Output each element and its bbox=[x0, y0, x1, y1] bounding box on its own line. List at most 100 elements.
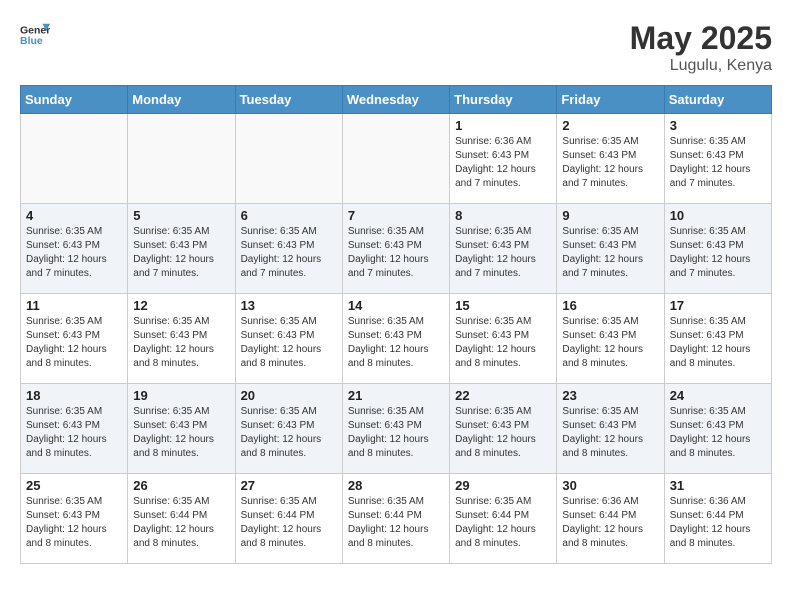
week-row-1: 1Sunrise: 6:36 AM Sunset: 6:43 PM Daylig… bbox=[21, 114, 772, 204]
calendar-cell: 13Sunrise: 6:35 AM Sunset: 6:43 PM Dayli… bbox=[235, 294, 342, 384]
calendar-cell bbox=[21, 114, 128, 204]
calendar-cell: 15Sunrise: 6:35 AM Sunset: 6:43 PM Dayli… bbox=[450, 294, 557, 384]
day-number: 11 bbox=[26, 298, 122, 313]
col-header-tuesday: Tuesday bbox=[235, 86, 342, 114]
cell-info: Sunrise: 6:35 AM Sunset: 6:43 PM Dayligh… bbox=[562, 405, 658, 461]
col-header-thursday: Thursday bbox=[450, 86, 557, 114]
calendar-cell: 19Sunrise: 6:35 AM Sunset: 6:43 PM Dayli… bbox=[128, 384, 235, 474]
calendar-cell: 1Sunrise: 6:36 AM Sunset: 6:43 PM Daylig… bbox=[450, 114, 557, 204]
cell-info: Sunrise: 6:35 AM Sunset: 6:43 PM Dayligh… bbox=[26, 405, 122, 461]
day-number: 28 bbox=[348, 478, 444, 493]
calendar-cell: 6 Sunrise: 6:35 AM Sunset: 6:43 PM Daylig… bbox=[235, 204, 342, 294]
cell-info: Sunrise: 6:35 AM Sunset: 6:44 PM Dayligh… bbox=[348, 495, 444, 551]
cell-info: Sunrise: 6:35 AM Sunset: 6:43 PM Dayligh… bbox=[26, 225, 122, 281]
day-number: 10 bbox=[670, 208, 766, 223]
cell-info: Sunrise: 6:35 AM Sunset: 6:43 PM Dayligh… bbox=[26, 315, 122, 371]
cell-info: Sunrise: 6:35 AM Sunset: 6:43 PM Dayligh… bbox=[241, 225, 337, 281]
day-number: 9 bbox=[562, 208, 658, 223]
cell-info: Sunrise: 6:35 AM Sunset: 6:44 PM Dayligh… bbox=[133, 495, 229, 551]
cell-info: Sunrise: 6:35 AM Sunset: 6:44 PM Dayligh… bbox=[455, 495, 551, 551]
calendar-cell bbox=[342, 114, 449, 204]
day-number: 6 bbox=[241, 208, 337, 223]
day-number: 5 bbox=[133, 208, 229, 223]
col-header-saturday: Saturday bbox=[664, 86, 771, 114]
cell-info: Sunrise: 6:35 AM Sunset: 6:43 PM Dayligh… bbox=[455, 315, 551, 371]
page-header: General Blue May 2025 Lugulu, Kenya bbox=[20, 20, 772, 75]
cell-info: Sunrise: 6:35 AM Sunset: 6:43 PM Dayligh… bbox=[670, 315, 766, 371]
day-number: 19 bbox=[133, 388, 229, 403]
calendar-cell: 4Sunrise: 6:35 AM Sunset: 6:43 PM Daylig… bbox=[21, 204, 128, 294]
calendar-cell: 8Sunrise: 6:35 AM Sunset: 6:43 PM Daylig… bbox=[450, 204, 557, 294]
cell-info: Sunrise: 6:35 AM Sunset: 6:43 PM Dayligh… bbox=[348, 225, 444, 281]
header-row: SundayMondayTuesdayWednesdayThursdayFrid… bbox=[21, 86, 772, 114]
col-header-friday: Friday bbox=[557, 86, 664, 114]
day-number: 22 bbox=[455, 388, 551, 403]
calendar-cell: 18 Sunrise: 6:35 AM Sunset: 6:43 PM Dayli… bbox=[21, 384, 128, 474]
calendar-cell: 23 Sunrise: 6:35 AM Sunset: 6:43 PM Dayli… bbox=[557, 384, 664, 474]
col-header-sunday: Sunday bbox=[21, 86, 128, 114]
cell-info: Sunrise: 6:35 AM Sunset: 6:43 PM Dayligh… bbox=[562, 135, 658, 191]
title-block: May 2025 Lugulu, Kenya bbox=[630, 20, 772, 75]
day-number: 29 bbox=[455, 478, 551, 493]
calendar-cell: 30Sunrise: 6:36 AM Sunset: 6:44 PM Dayli… bbox=[557, 474, 664, 564]
day-number: 16 bbox=[562, 298, 658, 313]
calendar-cell: 16 Sunrise: 6:35 AM Sunset: 6:43 PM Dayli… bbox=[557, 294, 664, 384]
calendar-cell: 17 Sunrise: 6:35 AM Sunset: 6:43 PM Dayli… bbox=[664, 294, 771, 384]
cell-info: Sunrise: 6:35 AM Sunset: 6:43 PM Dayligh… bbox=[670, 405, 766, 461]
calendar-cell: 7 Sunrise: 6:35 AM Sunset: 6:43 PM Daylig… bbox=[342, 204, 449, 294]
calendar-cell: 25Sunrise: 6:35 AM Sunset: 6:43 PM Dayli… bbox=[21, 474, 128, 564]
svg-text:Blue: Blue bbox=[20, 35, 43, 47]
calendar-cell: 12 Sunrise: 6:35 AM Sunset: 6:43 PM Dayli… bbox=[128, 294, 235, 384]
cell-info: Sunrise: 6:35 AM Sunset: 6:43 PM Dayligh… bbox=[348, 315, 444, 371]
day-number: 7 bbox=[348, 208, 444, 223]
logo-icon: General Blue bbox=[20, 20, 50, 50]
day-number: 27 bbox=[241, 478, 337, 493]
calendar-cell: 22 Sunrise: 6:35 AM Sunset: 6:43 PM Dayli… bbox=[450, 384, 557, 474]
day-number: 2 bbox=[562, 118, 658, 133]
calendar-cell: 9Sunrise: 6:35 AM Sunset: 6:43 PM Daylig… bbox=[557, 204, 664, 294]
cell-info: Sunrise: 6:35 AM Sunset: 6:43 PM Dayligh… bbox=[133, 225, 229, 281]
calendar-cell: 26 Sunrise: 6:35 AM Sunset: 6:44 PM Dayli… bbox=[128, 474, 235, 564]
calendar-cell: 29 Sunrise: 6:35 AM Sunset: 6:44 PM Dayli… bbox=[450, 474, 557, 564]
week-row-2: 4Sunrise: 6:35 AM Sunset: 6:43 PM Daylig… bbox=[21, 204, 772, 294]
location-subtitle: Lugulu, Kenya bbox=[630, 57, 772, 75]
cell-info: Sunrise: 6:35 AM Sunset: 6:43 PM Dayligh… bbox=[562, 315, 658, 371]
calendar-table: SundayMondayTuesdayWednesdayThursdayFrid… bbox=[20, 85, 772, 564]
cell-info: Sunrise: 6:36 AM Sunset: 6:43 PM Dayligh… bbox=[455, 135, 551, 191]
cell-info: Sunrise: 6:35 AM Sunset: 6:43 PM Dayligh… bbox=[133, 315, 229, 371]
day-number: 12 bbox=[133, 298, 229, 313]
day-number: 17 bbox=[670, 298, 766, 313]
week-row-4: 18 Sunrise: 6:35 AM Sunset: 6:43 PM Dayli… bbox=[21, 384, 772, 474]
cell-info: Sunrise: 6:35 AM Sunset: 6:43 PM Dayligh… bbox=[348, 405, 444, 461]
day-number: 13 bbox=[241, 298, 337, 313]
day-number: 31 bbox=[670, 478, 766, 493]
cell-info: Sunrise: 6:35 AM Sunset: 6:44 PM Dayligh… bbox=[241, 495, 337, 551]
day-number: 18 bbox=[26, 388, 122, 403]
calendar-cell: 2 Sunrise: 6:35 AM Sunset: 6:43 PM Daylig… bbox=[557, 114, 664, 204]
calendar-cell: 27 Sunrise: 6:35 AM Sunset: 6:44 PM Dayli… bbox=[235, 474, 342, 564]
calendar-cell: 11 Sunrise: 6:35 AM Sunset: 6:43 PM Dayli… bbox=[21, 294, 128, 384]
calendar-cell: 14 Sunrise: 6:35 AM Sunset: 6:43 PM Dayli… bbox=[342, 294, 449, 384]
cell-info: Sunrise: 6:35 AM Sunset: 6:43 PM Dayligh… bbox=[455, 225, 551, 281]
day-number: 25 bbox=[26, 478, 122, 493]
day-number: 30 bbox=[562, 478, 658, 493]
col-header-wednesday: Wednesday bbox=[342, 86, 449, 114]
cell-info: Sunrise: 6:35 AM Sunset: 6:43 PM Dayligh… bbox=[241, 405, 337, 461]
day-number: 23 bbox=[562, 388, 658, 403]
cell-info: Sunrise: 6:35 AM Sunset: 6:43 PM Dayligh… bbox=[670, 135, 766, 191]
day-number: 26 bbox=[133, 478, 229, 493]
day-number: 14 bbox=[348, 298, 444, 313]
week-row-3: 11 Sunrise: 6:35 AM Sunset: 6:43 PM Dayli… bbox=[21, 294, 772, 384]
calendar-cell bbox=[128, 114, 235, 204]
month-year-title: May 2025 bbox=[630, 20, 772, 57]
calendar-cell: 20 Sunrise: 6:35 AM Sunset: 6:43 PM Dayli… bbox=[235, 384, 342, 474]
calendar-cell bbox=[235, 114, 342, 204]
day-number: 21 bbox=[348, 388, 444, 403]
day-number: 20 bbox=[241, 388, 337, 403]
cell-info: Sunrise: 6:35 AM Sunset: 6:43 PM Dayligh… bbox=[670, 225, 766, 281]
week-row-5: 25Sunrise: 6:35 AM Sunset: 6:43 PM Dayli… bbox=[21, 474, 772, 564]
day-number: 24 bbox=[670, 388, 766, 403]
cell-info: Sunrise: 6:35 AM Sunset: 6:43 PM Dayligh… bbox=[455, 405, 551, 461]
calendar-cell: 21 Sunrise: 6:35 AM Sunset: 6:43 PM Dayli… bbox=[342, 384, 449, 474]
calendar-cell: 3Sunrise: 6:35 AM Sunset: 6:43 PM Daylig… bbox=[664, 114, 771, 204]
